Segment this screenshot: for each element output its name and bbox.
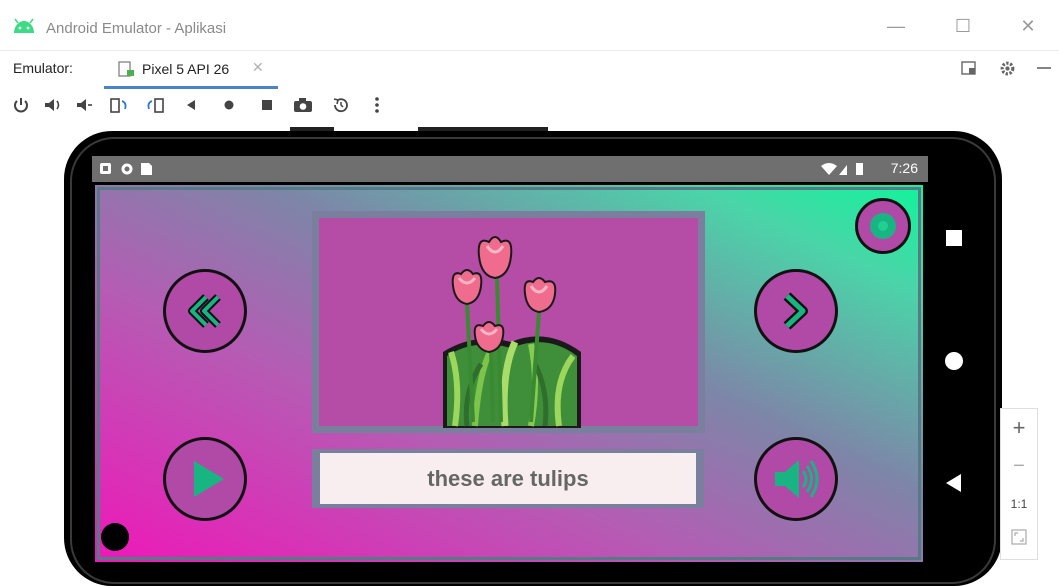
snapshot-icon[interactable]: [330, 93, 352, 117]
settings-button[interactable]: [855, 198, 911, 254]
zoom-one-to-one-button[interactable]: 1:1: [1001, 497, 1037, 511]
rotate-right-icon[interactable]: [144, 93, 166, 117]
zoom-out-button[interactable]: −: [1001, 455, 1037, 478]
settings-gear-icon[interactable]: [999, 60, 1016, 77]
tab-pixel5[interactable]: Pixel 5 API 26 ✕: [104, 52, 278, 89]
tab-close-icon[interactable]: ✕: [252, 59, 264, 76]
volume-down-icon[interactable]: [74, 93, 96, 117]
screenshot-icon[interactable]: [292, 93, 314, 117]
android-logo-icon: [14, 18, 34, 33]
caption-box: these are tulips: [320, 453, 696, 504]
minimize-button[interactable]: —: [879, 14, 913, 38]
overview-icon[interactable]: [256, 93, 278, 117]
recent-apps-icon[interactable]: [946, 230, 962, 246]
rotate-left-icon[interactable]: [108, 93, 130, 117]
hide-panel-icon[interactable]: [1036, 60, 1052, 76]
notification-icons: [100, 163, 152, 175]
nav-home-icon[interactable]: [945, 352, 963, 370]
next-button[interactable]: [754, 269, 838, 353]
fit-screen-icon[interactable]: [1011, 529, 1027, 545]
speaker-icon: [775, 460, 819, 498]
more-icon[interactable]: [366, 93, 388, 117]
tulips-image: [443, 236, 581, 428]
caption-panel: these are tulips: [312, 449, 704, 508]
nav-back-icon[interactable]: [946, 474, 961, 492]
image-panel: [312, 211, 705, 433]
emulator-label: Emulator:: [13, 60, 73, 76]
wifi-signal-battery-icon: [821, 163, 863, 175]
caption-text: these are tulips: [427, 466, 589, 491]
zoom-panel: + − 1:1: [1000, 408, 1038, 560]
home-icon[interactable]: [218, 93, 240, 117]
volume-up-icon[interactable]: [42, 93, 64, 117]
back-icon[interactable]: [180, 93, 202, 117]
chevron-right-icon: [783, 292, 808, 330]
device-icon: [118, 61, 134, 77]
tab-device-name: Pixel 5 API 26: [142, 61, 230, 77]
status-time: 7:26: [890, 160, 918, 176]
layout-icon[interactable]: [961, 60, 977, 76]
gear-icon: [870, 213, 896, 239]
camera-cutout: [101, 523, 129, 551]
close-button[interactable]: ✕: [1011, 14, 1045, 38]
window-title: Android Emulator - Aplikasi: [46, 20, 227, 37]
power-icon[interactable]: [10, 93, 32, 117]
sound-button[interactable]: [754, 437, 838, 521]
zoom-in-button[interactable]: +: [1001, 415, 1037, 441]
previous-button[interactable]: [163, 269, 247, 353]
maximize-button[interactable]: ☐: [946, 14, 980, 38]
chevron-double-left-icon: [188, 294, 221, 328]
play-icon: [194, 461, 224, 497]
status-bar: 7:26: [92, 156, 928, 182]
play-button[interactable]: [163, 437, 247, 521]
